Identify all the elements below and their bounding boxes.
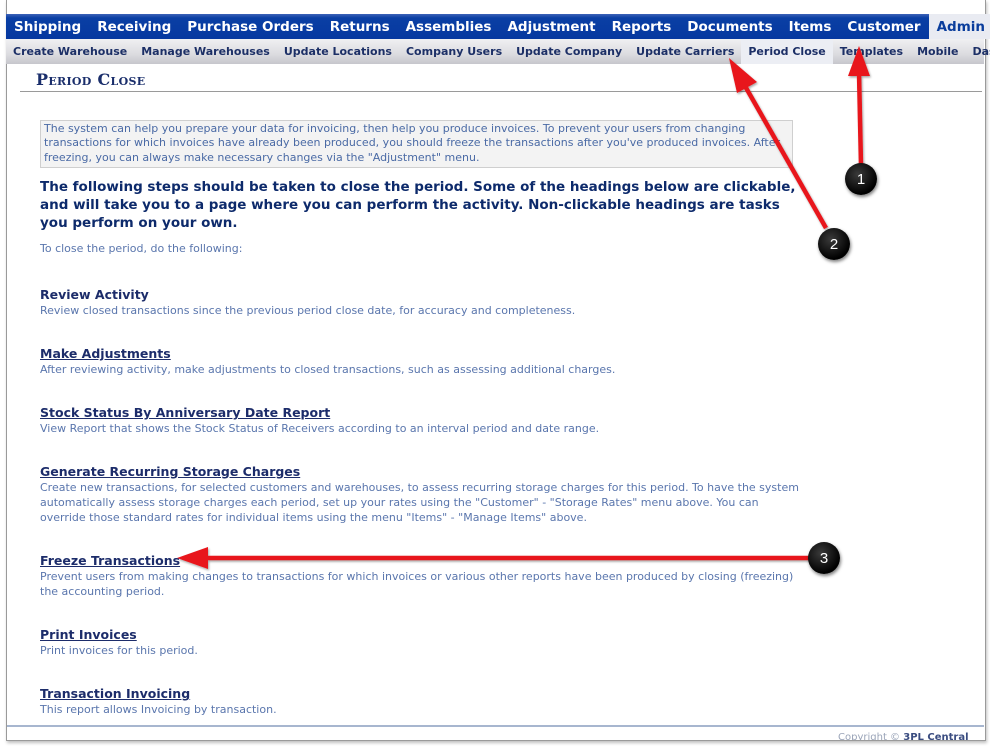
step-stock-status-report: Stock Status By Anniversary Date Report …	[40, 402, 800, 436]
step-description: Print invoices for this period.	[40, 644, 198, 657]
nav-returns[interactable]: Returns	[322, 14, 398, 39]
transaction-invoicing-link[interactable]: Transaction Invoicing	[40, 686, 190, 702]
info-box: The system can help you prepare your dat…	[40, 120, 793, 168]
subnav-update-company[interactable]: Update Company	[509, 39, 629, 64]
nav-purchase-orders[interactable]: Purchase Orders	[179, 14, 321, 39]
nav-admin[interactable]: Admin	[928, 14, 990, 39]
nav-shipping[interactable]: Shipping	[6, 14, 89, 39]
stock-status-report-link[interactable]: Stock Status By Anniversary Date Report	[40, 405, 330, 421]
step-freeze-transactions: Freeze Transactions Prevent users from m…	[40, 550, 800, 599]
subnav-templates[interactable]: Templates	[833, 39, 910, 64]
subnav-dashboards[interactable]: Dashboards	[965, 39, 990, 64]
subnav-period-close[interactable]: Period Close	[741, 39, 833, 64]
step-make-adjustments: Make Adjustments After reviewing activit…	[40, 343, 800, 377]
close-intro: To close the period, do the following:	[40, 242, 243, 255]
step-description: After reviewing activity, make adjustmen…	[40, 363, 616, 376]
print-invoices-link[interactable]: Print Invoices	[40, 627, 137, 643]
step-review-activity: Review Activity Review closed transactio…	[40, 284, 800, 318]
step-transaction-invoicing: Transaction Invoicing This report allows…	[40, 683, 800, 717]
subnav-update-locations[interactable]: Update Locations	[277, 39, 399, 64]
nav-items[interactable]: Items	[781, 14, 840, 39]
step-description: View Report that shows the Stock Status …	[40, 422, 600, 435]
page-title: Period Close	[36, 70, 146, 89]
nav-documents[interactable]: Documents	[679, 14, 780, 39]
brand-name: 3PL Central	[903, 732, 969, 740]
main-nav: Shipping Receiving Purchase Orders Retur…	[6, 14, 990, 39]
subnav-mobile[interactable]: Mobile	[910, 39, 965, 64]
admin-sub-nav: Create Warehouse Manage Warehouses Updat…	[6, 39, 990, 64]
step-marker-1: 1	[845, 163, 877, 195]
title-divider	[20, 91, 982, 92]
step-heading: Review Activity	[40, 287, 149, 302]
nav-receiving[interactable]: Receiving	[89, 14, 179, 39]
step-marker-3: 3	[808, 542, 840, 574]
subnav-company-users[interactable]: Company Users	[399, 39, 509, 64]
copyright-text: Copyright ©	[838, 732, 901, 740]
nav-customer[interactable]: Customer	[839, 14, 928, 39]
freeze-transactions-link[interactable]: Freeze Transactions	[40, 553, 180, 569]
step-recurring-storage-charges: Generate Recurring Storage Charges Creat…	[40, 461, 800, 525]
step-description: Create new transactions, for selected cu…	[40, 481, 799, 524]
subnav-update-carriers[interactable]: Update Carriers	[629, 39, 741, 64]
nav-reports[interactable]: Reports	[604, 14, 680, 39]
step-marker-2: 2	[818, 228, 850, 260]
step-description: Review closed transactions since the pre…	[40, 304, 576, 317]
recurring-storage-charges-link[interactable]: Generate Recurring Storage Charges	[40, 464, 300, 480]
steps-intro: The following steps should be taken to c…	[40, 179, 796, 231]
step-print-invoices: Print Invoices Print invoices for this p…	[40, 624, 800, 658]
footer-divider	[7, 725, 984, 727]
step-description: This report allows Invoicing by transact…	[40, 703, 277, 716]
nav-assemblies[interactable]: Assemblies	[398, 14, 500, 39]
subnav-create-warehouse[interactable]: Create Warehouse	[6, 39, 134, 64]
footer-copyright: Copyright © 3PL Central	[838, 731, 969, 740]
nav-adjustment[interactable]: Adjustment	[499, 14, 603, 39]
make-adjustments-link[interactable]: Make Adjustments	[40, 346, 171, 362]
subnav-manage-warehouses[interactable]: Manage Warehouses	[134, 39, 277, 64]
step-description: Prevent users from making changes to tra…	[40, 570, 794, 598]
